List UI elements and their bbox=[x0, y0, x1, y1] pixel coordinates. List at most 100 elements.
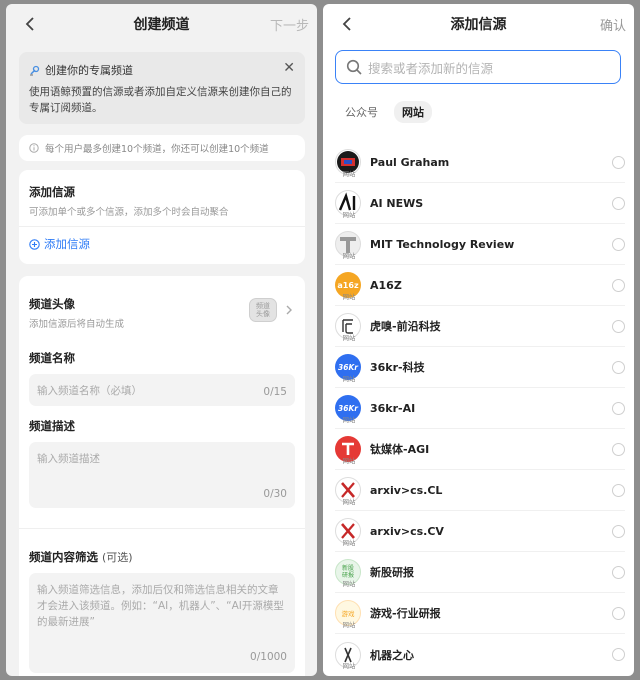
source-tag: 网站 bbox=[342, 375, 356, 383]
list-item[interactable]: 网站 机器之心 bbox=[335, 634, 625, 675]
list-item[interactable]: 网站 Paul Graham bbox=[335, 142, 625, 183]
source-tag: 网站 bbox=[342, 252, 356, 260]
back-button[interactable] bbox=[16, 10, 44, 38]
list-item[interactable]: a16z 网站 A16Z bbox=[335, 265, 625, 306]
chevron-right-icon bbox=[286, 305, 292, 315]
name-placeholder: 输入频道名称（必填） bbox=[37, 385, 142, 397]
create-channel-panel: 创建频道 下一步 创建你的专属频道 ✕ 使用语鲸预置的信源或者添加自定义信源来创… bbox=[6, 4, 317, 676]
list-item[interactable]: 网站 AI NEWS bbox=[335, 183, 625, 224]
list-item[interactable]: 网站 MIT Technology Review bbox=[335, 224, 625, 265]
name-counter: 0/15 bbox=[263, 386, 287, 398]
select-radio[interactable] bbox=[612, 525, 625, 538]
select-radio[interactable] bbox=[612, 156, 625, 169]
satellite-icon bbox=[30, 65, 40, 76]
source-name: 虎嗅-前沿科技 bbox=[370, 320, 441, 333]
select-radio[interactable] bbox=[612, 320, 625, 333]
source-name: AI NEWS bbox=[370, 196, 424, 210]
info-icon bbox=[29, 143, 39, 153]
source-name: A16Z bbox=[370, 278, 402, 292]
page-title: 创建频道 bbox=[133, 17, 190, 33]
source-name: MIT Technology Review bbox=[370, 237, 515, 251]
filter-counter: 0/1000 bbox=[250, 651, 287, 663]
source-name: 机器之心 bbox=[370, 648, 414, 662]
list-item[interactable]: 36Kr 网站 36kr-AI bbox=[335, 388, 625, 429]
select-radio[interactable] bbox=[612, 238, 625, 251]
divider bbox=[19, 528, 305, 529]
search-icon bbox=[346, 59, 362, 75]
notice-title: 创建你的专属频道 bbox=[45, 64, 133, 77]
source-name: 钛媒体-AGI bbox=[370, 443, 430, 456]
select-radio[interactable] bbox=[612, 648, 625, 661]
filter-placeholder: 输入频道筛选信息，添加后仅和筛选信息相关的文章才会进入该频道。例如：“AI，机器… bbox=[37, 584, 284, 628]
desc-placeholder: 输入频道描述 bbox=[37, 453, 100, 465]
optional-tag: (可选) bbox=[102, 551, 133, 564]
desc-counter: 0/30 bbox=[263, 488, 287, 500]
source-name: 36kr-AI bbox=[370, 401, 416, 415]
source-tag: 网站 bbox=[342, 170, 356, 178]
select-radio[interactable] bbox=[612, 402, 625, 415]
list-item[interactable]: 36Kr 网站 36kr-科技 bbox=[335, 347, 625, 388]
desc-label: 频道描述 bbox=[29, 419, 75, 433]
add-source-button[interactable]: 添加信源 bbox=[29, 236, 295, 252]
avatar-placeholder: 频道 头像 bbox=[249, 298, 277, 322]
name-label: 频道名称 bbox=[29, 351, 75, 365]
source-tag: 网站 bbox=[342, 211, 356, 219]
plus-circle-icon bbox=[29, 238, 40, 250]
chevron-left-icon bbox=[342, 17, 351, 31]
list-item[interactable]: 新股 研报 网站 新股研报 bbox=[335, 552, 625, 593]
list-item[interactable]: 网站 虎嗅-前沿科技 bbox=[335, 306, 625, 347]
search-placeholder: 搜索或者添加新的信源 bbox=[368, 60, 494, 76]
close-icon[interactable]: ✕ bbox=[283, 60, 295, 76]
source-list: 网站 Paul Graham 网站 AI NEWS 网站 MIT Technol… bbox=[335, 142, 625, 675]
select-radio[interactable] bbox=[612, 566, 625, 579]
desc-input[interactable]: 输入频道描述 0/30 bbox=[29, 442, 295, 508]
next-button[interactable]: 下一步 bbox=[270, 15, 309, 34]
source-tag: 网站 bbox=[342, 539, 356, 547]
select-radio[interactable] bbox=[612, 443, 625, 456]
left-navbar: 创建频道 下一步 bbox=[6, 4, 317, 44]
source-name: 新股研报 bbox=[370, 566, 414, 579]
source-name: 36kr-科技 bbox=[370, 361, 425, 374]
tab-wechat[interactable]: 公众号 bbox=[337, 101, 386, 123]
source-tag: 网站 bbox=[342, 498, 356, 506]
source-name: Paul Graham bbox=[370, 155, 450, 169]
limit-text: 每个用户最多创建10个频道，你还可以创建10个频道 bbox=[45, 144, 269, 155]
source-tag: 网站 bbox=[342, 416, 356, 424]
source-name: arxiv>cs.CV bbox=[370, 524, 444, 538]
list-item[interactable]: 网站 arxiv>cs.CL bbox=[335, 470, 625, 511]
avatar-row[interactable]: 频道头像 添加信源后将自动生成 频道 头像 bbox=[29, 276, 295, 340]
source-tag: 网站 bbox=[342, 621, 356, 629]
confirm-button[interactable]: 确认 bbox=[600, 15, 626, 34]
filter-label: 频道内容筛选 (可选) bbox=[29, 550, 133, 564]
add-source-card: 添加信源 可添加单个或多个信源，添加多个时会自动聚合 添加信源 bbox=[19, 170, 305, 264]
filter-input[interactable]: 输入频道筛选信息，添加后仅和筛选信息相关的文章才会进入该频道。例如：“AI，机器… bbox=[29, 573, 295, 673]
add-source-panel: 添加信源 确认 搜索或者添加新的信源 公众号 网站 网站 Paul Graham… bbox=[323, 4, 634, 676]
source-tabs: 公众号 网站 bbox=[337, 101, 440, 123]
chevron-left-icon bbox=[25, 17, 34, 31]
source-tag: 网站 bbox=[342, 334, 356, 342]
source-tag: 网站 bbox=[342, 662, 356, 670]
add-source-title: 添加信源 bbox=[29, 185, 75, 199]
select-radio[interactable] bbox=[612, 607, 625, 620]
channel-form-card: 频道头像 添加信源后将自动生成 频道 头像 频道名称 输入频道名称（必填） 0/… bbox=[19, 276, 305, 676]
source-tag: 网站 bbox=[342, 580, 356, 588]
select-radio[interactable] bbox=[612, 197, 625, 210]
limit-note: 每个用户最多创建10个频道，你还可以创建10个频道 bbox=[19, 135, 305, 161]
source-name: arxiv>cs.CL bbox=[370, 483, 443, 497]
list-item[interactable]: 游戏 网站 游戏-行业研报 bbox=[335, 593, 625, 634]
name-input[interactable]: 输入频道名称（必填） 0/15 bbox=[29, 374, 295, 406]
select-radio[interactable] bbox=[612, 361, 625, 374]
source-tag: 网站 bbox=[342, 293, 356, 301]
search-input[interactable]: 搜索或者添加新的信源 bbox=[335, 50, 621, 84]
list-item[interactable]: 网站 钛媒体-AGI bbox=[335, 429, 625, 470]
page-title: 添加信源 bbox=[450, 17, 507, 33]
back-button[interactable] bbox=[333, 10, 361, 38]
add-source-label: 添加信源 bbox=[44, 237, 90, 251]
select-radio[interactable] bbox=[612, 279, 625, 292]
tab-website[interactable]: 网站 bbox=[394, 101, 432, 123]
divider bbox=[19, 226, 305, 227]
select-radio[interactable] bbox=[612, 484, 625, 497]
source-name: 游戏-行业研报 bbox=[370, 607, 441, 620]
list-item[interactable]: 网站 arxiv>cs.CV bbox=[335, 511, 625, 552]
notice-card: 创建你的专属频道 ✕ 使用语鲸预置的信源或者添加自定义信源来创建你自己的专属订阅… bbox=[19, 52, 305, 124]
